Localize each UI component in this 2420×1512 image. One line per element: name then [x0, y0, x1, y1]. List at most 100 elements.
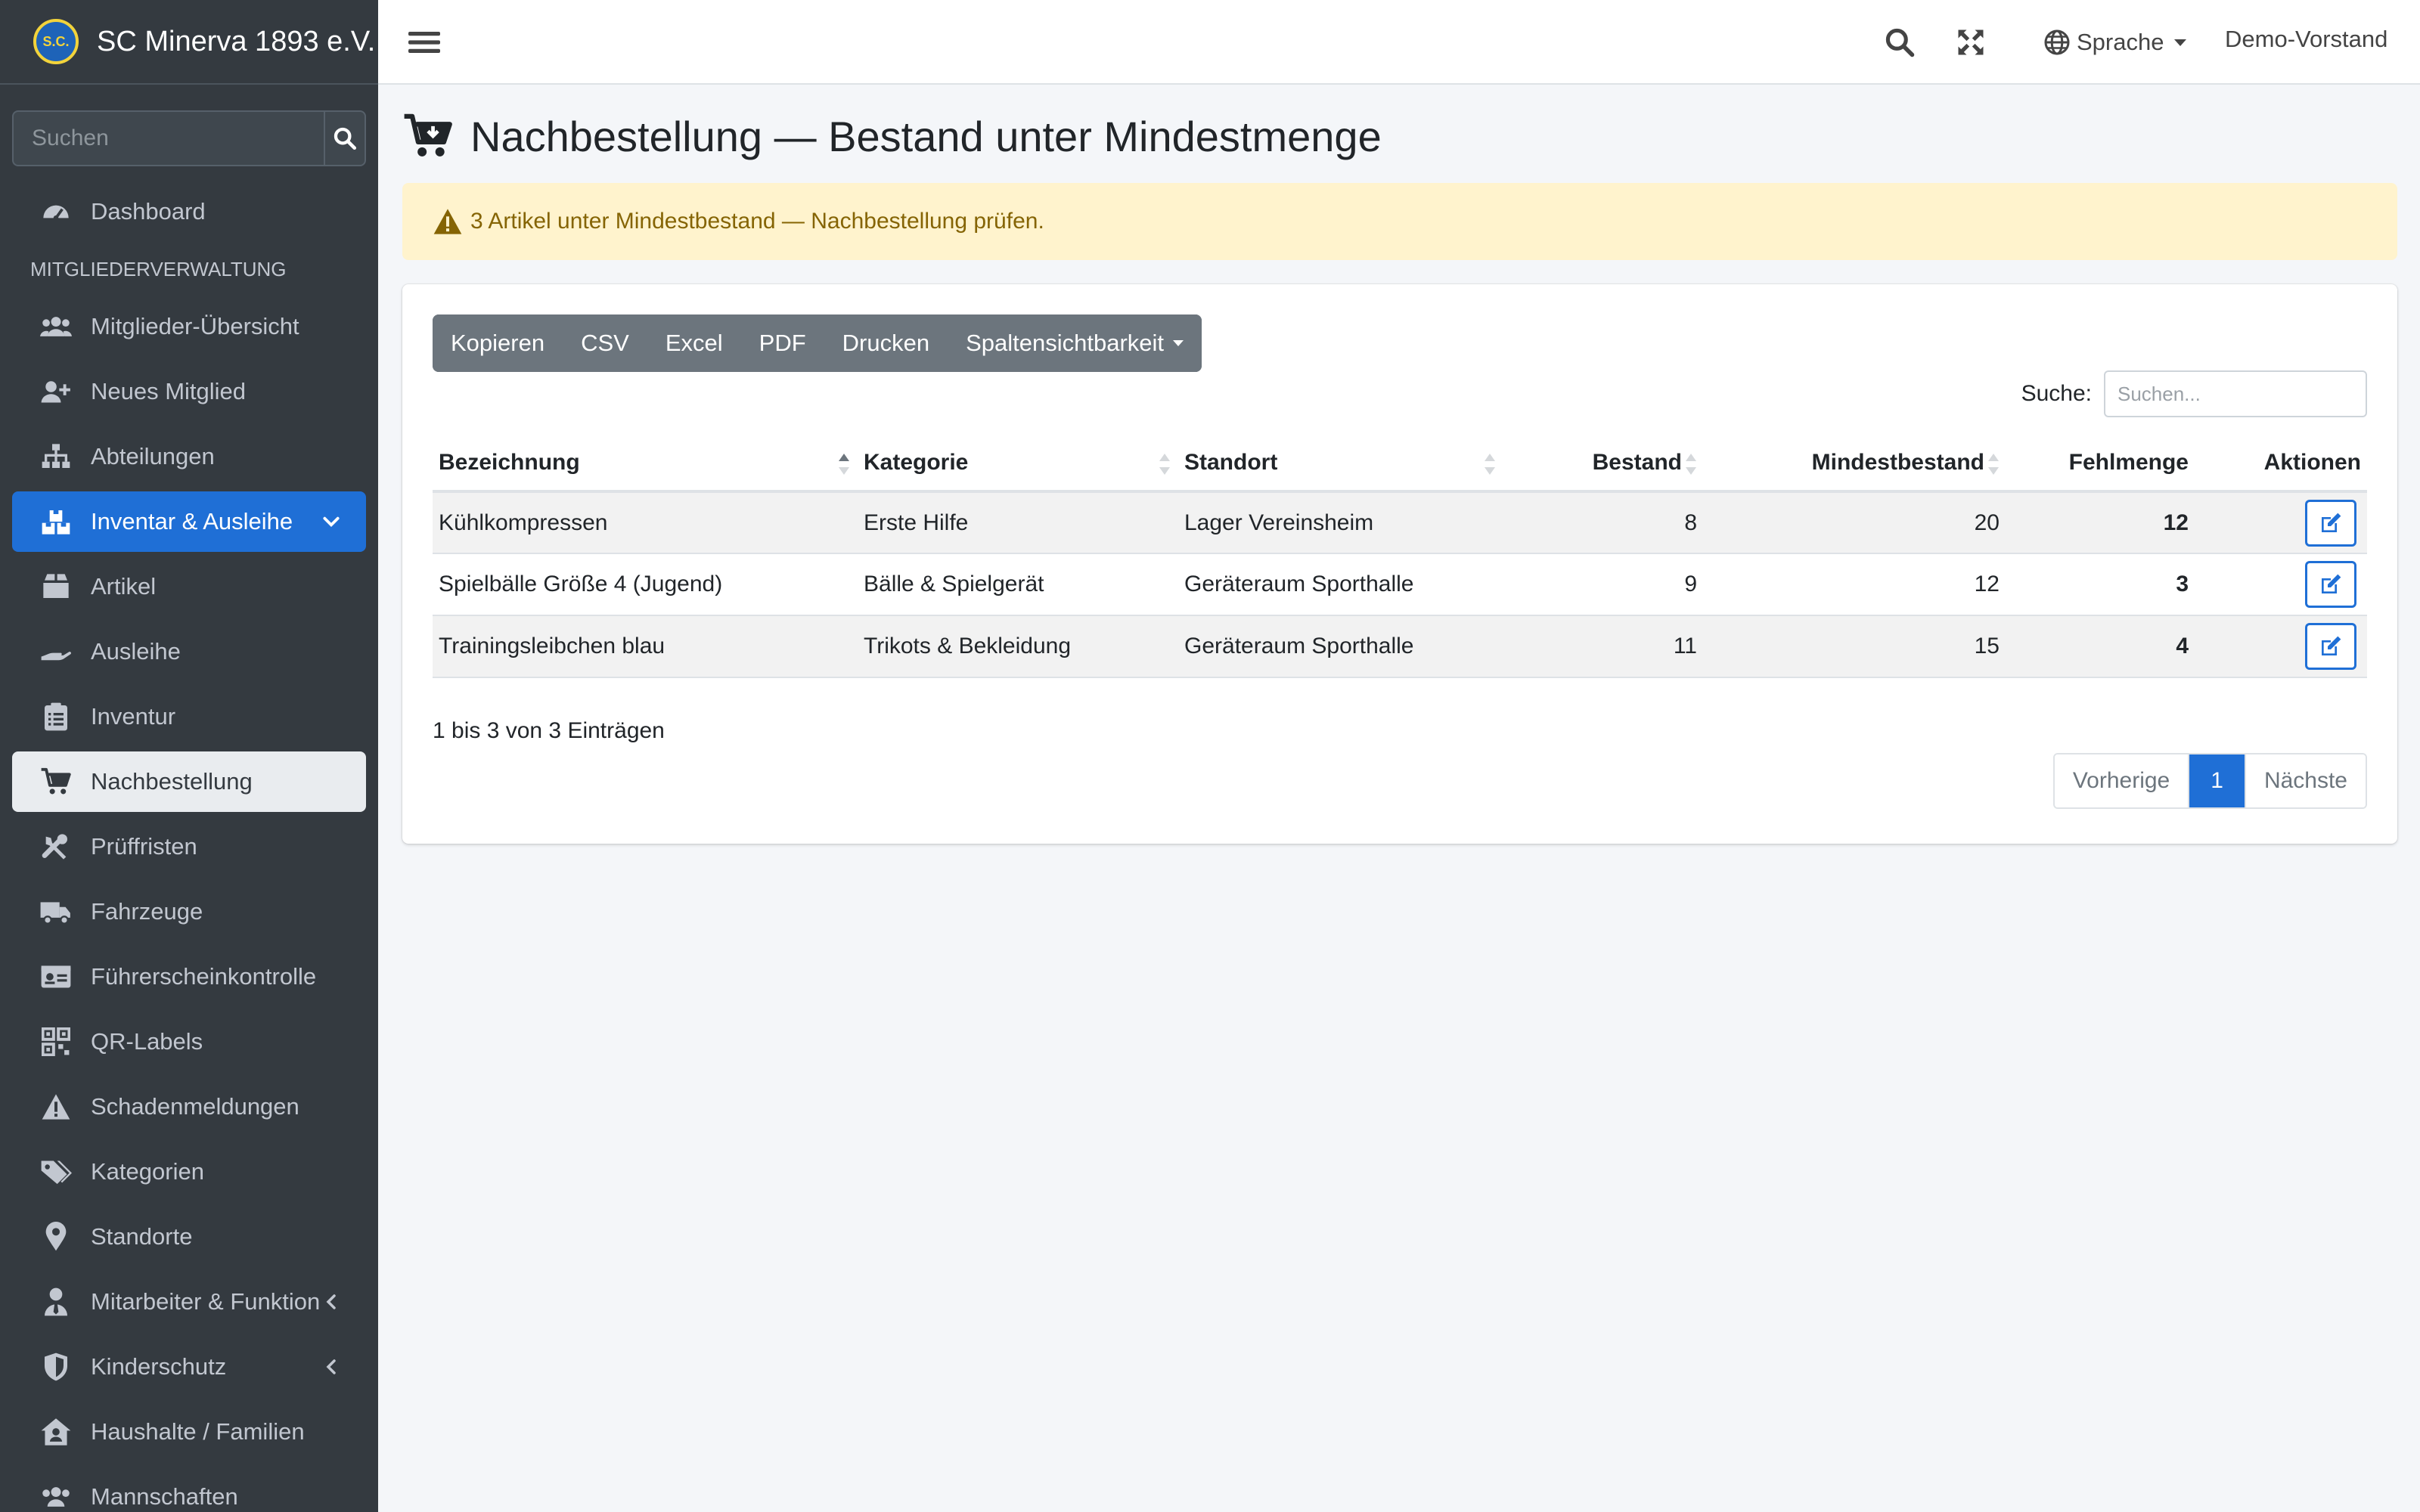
sidebar-item-members[interactable]: Mitglieder-Übersicht	[12, 296, 366, 357]
sidebar-item-inspection-deadlines[interactable]: Prüffristen	[12, 816, 366, 877]
column-header-shortfall: Fehlmenge	[2006, 435, 2195, 493]
fullscreen-expand-icon[interactable]	[1954, 26, 1987, 59]
column-header-category[interactable]: Kategorie	[858, 435, 1178, 493]
sidebar-item-vehicles[interactable]: Fahrzeuge	[12, 881, 366, 942]
pagination-next[interactable]: Nächste	[2245, 754, 2366, 807]
pdf-button[interactable]: PDF	[740, 314, 824, 372]
truck-icon	[39, 895, 73, 928]
sidebar-item-qr-labels[interactable]: QR-Labels	[12, 1012, 366, 1072]
cell-min-stock: 20	[1703, 491, 2006, 554]
edit-icon	[2322, 513, 2341, 532]
cell-name: Spielbälle Größe 4 (Jugend)	[433, 553, 858, 616]
reorder-table: Bezeichnung Kategorie Standort Bestand M…	[433, 435, 2367, 678]
sidebar: S.C. SC Minerva 1893 e.V. Dashboard MITG…	[0, 0, 378, 1512]
pagination: Vorherige 1 Nächste	[2052, 753, 2367, 809]
sidebar-item-locations[interactable]: Standorte	[12, 1207, 366, 1267]
copy-button[interactable]: Kopieren	[433, 314, 563, 372]
chevron-left-icon	[318, 1288, 345, 1315]
hamburger-menu-icon[interactable]	[405, 27, 443, 57]
chevron-down-icon	[318, 508, 345, 535]
sidebar-item-label: Dashboard	[91, 198, 206, 225]
excel-button[interactable]: Excel	[647, 314, 741, 372]
sidebar-item-stocktaking[interactable]: Inventur	[12, 686, 366, 747]
page-title-text: Nachbestellung — Bestand unter Mindestme…	[470, 112, 1382, 160]
tags-icon	[39, 1155, 73, 1188]
sidebar-item-reorder[interactable]: Nachbestellung	[12, 751, 366, 812]
cell-location: Geräteraum Sporthalle	[1178, 615, 1503, 678]
table-row: Kühlkompressen Erste Hilfe Lager Vereins…	[433, 491, 2367, 554]
column-header-name[interactable]: Bezeichnung	[433, 435, 858, 493]
user-menu[interactable]: Demo-Vorstand	[2225, 26, 2387, 53]
sidebar-item-label: Schadenmeldungen	[91, 1093, 299, 1120]
cell-location: Geräteraum Sporthalle	[1178, 553, 1503, 616]
sidebar-item-label: QR-Labels	[91, 1028, 203, 1055]
sidebar-item-inventory[interactable]: Inventar & Ausleihe	[12, 491, 366, 552]
globe-icon	[2044, 29, 2070, 55]
column-header-location[interactable]: Standort	[1178, 435, 1503, 493]
cell-shortfall: 12	[2006, 491, 2195, 554]
sidebar-item-articles[interactable]: Artikel	[12, 556, 366, 617]
edit-button[interactable]	[2305, 623, 2356, 670]
sidebar-item-lending[interactable]: Ausleihe	[12, 621, 366, 682]
pagination-previous[interactable]: Vorherige	[2054, 754, 2190, 807]
column-visibility-button[interactable]: Spaltensichtbarkeit	[948, 314, 1202, 372]
sidebar-item-new-member[interactable]: Neues Mitglied	[12, 361, 366, 422]
search-icon[interactable]	[1883, 26, 1916, 59]
brand-link[interactable]: S.C. SC Minerva 1893 e.V.	[0, 0, 378, 85]
user-plus-icon	[39, 375, 73, 408]
csv-button[interactable]: CSV	[563, 314, 647, 372]
cell-stock: 11	[1503, 615, 1703, 678]
export-button-group: Kopieren CSV Excel PDF Drucken Spaltensi…	[433, 314, 1202, 372]
sidebar-item-license-check[interactable]: Führerscheinkontrolle	[12, 947, 366, 1007]
sidebar-nav: Dashboard MITGLIEDERVERWALTUNG Mitgliede…	[12, 181, 366, 1512]
boxes-icon	[39, 505, 73, 538]
language-dropdown[interactable]: Sprache	[2043, 23, 2187, 62]
cell-stock: 8	[1503, 491, 1703, 554]
edit-button[interactable]	[2305, 561, 2356, 608]
sidebar-item-teams[interactable]: Mannschaften	[12, 1467, 366, 1512]
sidebar-item-categories[interactable]: Kategorien	[12, 1142, 366, 1202]
edit-icon	[2322, 636, 2341, 655]
warning-icon	[433, 209, 462, 234]
cell-name: Kühlkompressen	[433, 491, 858, 554]
box-icon	[39, 570, 73, 603]
sort-asc-icon	[839, 454, 849, 475]
cell-shortfall: 3	[2006, 553, 2195, 616]
table-search-input[interactable]	[2104, 370, 2367, 417]
users-icon	[39, 310, 73, 343]
cart-download-icon	[404, 113, 452, 156]
sidebar-item-child-protection[interactable]: Kinderschutz	[12, 1337, 366, 1397]
pagination-page-1[interactable]: 1	[2189, 754, 2246, 807]
table-row: Spielbälle Größe 4 (Jugend) Bälle & Spie…	[433, 553, 2367, 616]
sidebar-item-label: Fahrzeuge	[91, 898, 203, 925]
cell-actions	[2195, 491, 2367, 554]
caret-down-icon	[1173, 340, 1184, 346]
sidebar-item-label: Mannschaften	[91, 1483, 238, 1510]
cell-category: Bälle & Spielgerät	[858, 553, 1178, 616]
column-header-stock[interactable]: Bestand	[1503, 435, 1703, 493]
sidebar-item-households[interactable]: Haushalte / Familien	[12, 1402, 366, 1462]
edit-button[interactable]	[2305, 499, 2356, 547]
cell-shortfall: 4	[2006, 615, 2195, 678]
tools-icon	[39, 830, 73, 863]
cell-min-stock: 12	[1703, 553, 2006, 616]
print-button[interactable]: Drucken	[824, 314, 948, 372]
topbar: Sprache Demo-Vorstand	[378, 0, 2420, 85]
club-logo: S.C.	[33, 19, 79, 64]
sort-icon	[1159, 454, 1170, 475]
sidebar-item-label: Neues Mitglied	[91, 378, 247, 404]
column-header-actions: Aktionen	[2195, 435, 2367, 493]
sidebar-item-departments[interactable]: Abteilungen	[12, 426, 366, 487]
column-header-min-stock[interactable]: Mindestbestand	[1703, 435, 2006, 493]
sort-icon	[1988, 454, 1999, 475]
sidebar-item-label: Artikel	[91, 573, 157, 600]
sidebar-search-input[interactable]	[12, 110, 324, 166]
sidebar-item-staff-functions[interactable]: Mitarbeiter & Funktion	[12, 1272, 366, 1332]
sidebar-item-label: Kategorien	[91, 1158, 204, 1185]
team-icon	[39, 1480, 73, 1512]
warning-icon	[39, 1090, 73, 1123]
sidebar-item-damage-reports[interactable]: Schadenmeldungen	[12, 1077, 366, 1137]
sidebar-search-button[interactable]	[324, 110, 366, 166]
sidebar-item-dashboard[interactable]: Dashboard	[12, 181, 366, 242]
chevron-left-icon	[318, 1353, 345, 1380]
